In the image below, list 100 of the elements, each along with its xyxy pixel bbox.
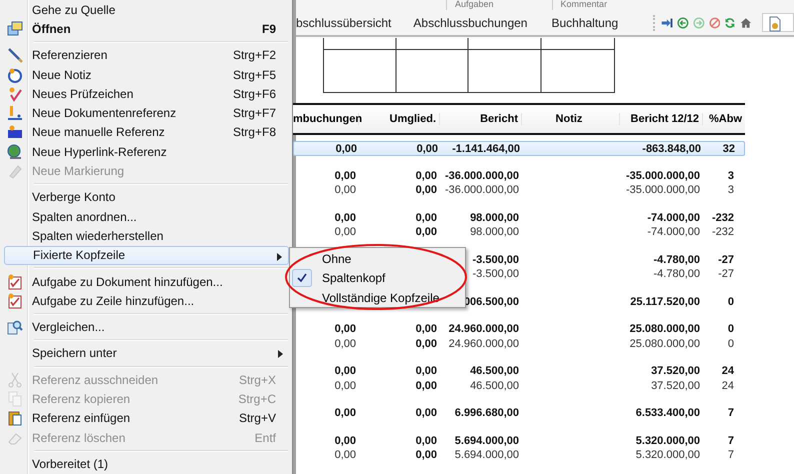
table-cell: 0,00: [334, 407, 356, 419]
menu-item[interactable]: Öffnen F9: [4, 19, 289, 39]
table-cell: -232: [712, 226, 734, 238]
menu-item[interactable]: Neue Notiz Strg+F5: [4, 64, 289, 84]
menu-item[interactable]: Neue Dokumentenreferenz Strg+F7: [4, 103, 289, 123]
menu-item[interactable]: Aufgabe zu Zeile hinzufügen...: [4, 291, 289, 310]
column-header[interactable]: Bericht: [440, 113, 522, 125]
forward-icon[interactable]: [692, 14, 705, 30]
menu-item[interactable]: Neue Hyperlink-Referenz: [4, 142, 289, 162]
table-cell: 0,00: [334, 380, 356, 392]
menu-item[interactable]: Ohne: [290, 249, 465, 268]
table-cell: 46.500,00: [470, 380, 519, 392]
table-cell: 25.080.000,00: [630, 323, 700, 335]
column-header[interactable]: Bericht 12/12: [620, 113, 703, 125]
table-cell: 98.000,00: [470, 226, 519, 238]
table-cell: 25.080.000,00: [630, 338, 700, 350]
table-cell: 7: [728, 434, 734, 446]
column-header[interactable]: Notiz: [522, 113, 620, 125]
column-header[interactable]: %Abw: [703, 113, 745, 125]
document-number-icon: [7, 105, 23, 122]
table-cell: 32: [722, 143, 735, 155]
table-cell: 24.960.000,00: [448, 323, 519, 335]
window-icon: [7, 20, 23, 37]
menu-item[interactable]: Verberge Konto: [4, 188, 289, 207]
tab[interactable]: Abschlussbuchungen: [406, 12, 534, 34]
menu-item[interactable]: Neues Prüfzeichen Strg+F6: [4, 84, 289, 104]
table-cell: -74.000,00: [647, 226, 700, 238]
circle-icon: [7, 66, 23, 83]
tab[interactable]: Buchhaltung: [544, 12, 626, 34]
table-cell: 24: [722, 365, 734, 377]
table-cell: 0,00: [334, 184, 356, 196]
table-cell: 0,00: [416, 338, 437, 350]
clipboard-icon: [7, 410, 23, 426]
table-cell: -35.000.000,00: [626, 184, 700, 196]
menu-item[interactable]: Vorbereitet (1): [4, 454, 289, 474]
table-cell: 25.117.520,00: [630, 296, 700, 308]
table-cell: -27: [718, 268, 734, 280]
table-cell: 0,00: [416, 143, 438, 155]
table-cell: -232: [712, 212, 734, 224]
menu-item[interactable]: Spalten wiederherstellen: [4, 226, 289, 246]
table-cell: 0,00: [334, 212, 356, 224]
table-cell: 0,00: [334, 226, 356, 238]
table-cell: -4.780,00: [654, 268, 700, 280]
submenu-arrow-icon: [278, 350, 283, 358]
selected-table-row[interactable]: 0,00 0,00 -1.141.464,00 -863.848,00 32: [293, 141, 745, 156]
table-cell: 3: [728, 184, 734, 196]
table-cell: -863.848,00: [642, 143, 701, 155]
menu-item[interactable]: Speichern unter: [4, 344, 289, 364]
table-cell: 24.960.000,00: [448, 338, 519, 350]
table-cell: 5.694.000,00: [454, 449, 519, 461]
menu-item[interactable]: Vollständige Kopfzeile: [290, 288, 465, 308]
table-cell: 0,00: [334, 323, 356, 335]
menu-item[interactable]: Referenzieren Strg+F2: [4, 46, 289, 65]
table-cell: 0: [728, 296, 734, 308]
menu-item[interactable]: Referenz einfügen Strg+V: [4, 408, 289, 428]
back-icon[interactable]: [677, 14, 689, 30]
menu-item[interactable]: Gehe zu Quelle: [4, 0, 289, 20]
stop-icon[interactable]: [708, 14, 720, 30]
tab[interactable]: bschlussübersicht: [296, 12, 398, 34]
document-icon[interactable]: [767, 16, 783, 32]
table-cell: 37.520,00: [651, 380, 700, 392]
menu-item[interactable]: Vergleichen...: [4, 317, 289, 337]
marker-icon: [7, 163, 23, 180]
pencil-icon: [7, 47, 23, 64]
menu-item[interactable]: Aufgabe zu Dokument hinzufügen...: [4, 272, 289, 292]
table-cell: 0,00: [416, 170, 437, 182]
menu-item[interactable]: Neue manuelle Referenz Strg+F8: [4, 122, 289, 142]
table-cell: 0,00: [416, 380, 437, 392]
table-cell: 7: [728, 449, 734, 461]
table-cell: -36.000.000,00: [444, 184, 519, 196]
table-cell: 0,00: [334, 449, 356, 461]
table-cell: 0,00: [416, 226, 437, 238]
table-cell: 98.000,00: [470, 212, 519, 224]
menu-item[interactable]: Spalten anordnen...: [4, 206, 289, 226]
table-cell: 7: [728, 407, 734, 419]
table-cell: -3.500,00: [472, 268, 519, 280]
table-cell: 6.533.400,00: [636, 407, 700, 419]
table-cell: 37.520,00: [651, 365, 700, 377]
table-cell: 5.320.000,00: [636, 434, 700, 446]
scissors-icon: [7, 372, 23, 388]
menu-item[interactable]: Spaltenkopf: [290, 268, 465, 288]
table-cell: -1.141.464,00: [452, 143, 520, 155]
table-cell: 0,00: [416, 434, 437, 446]
table-cell: 0: [728, 323, 734, 335]
task-list-icon: [7, 274, 23, 290]
table-cell: 5.320.000,00: [636, 449, 700, 461]
table-cell: -3.500,00: [472, 254, 519, 266]
table-cell: 0,00: [334, 170, 356, 182]
table-cell: 0,00: [334, 338, 356, 350]
magnifier-icon: [7, 319, 23, 336]
table-cell: -35.000.000,00: [626, 170, 700, 182]
table-cell: 0: [728, 338, 734, 350]
table-cell: 0,00: [416, 407, 437, 419]
table-cell: -4.780,00: [654, 254, 700, 266]
table-cell: -27: [718, 254, 734, 266]
menu-item[interactable]: Fixierte Kopfzeile: [4, 246, 289, 265]
table-cell: 3: [728, 170, 734, 182]
table-cell: 0,00: [416, 365, 437, 377]
submenu-arrow-icon: [277, 252, 282, 261]
table-cell: 0,00: [336, 143, 357, 155]
